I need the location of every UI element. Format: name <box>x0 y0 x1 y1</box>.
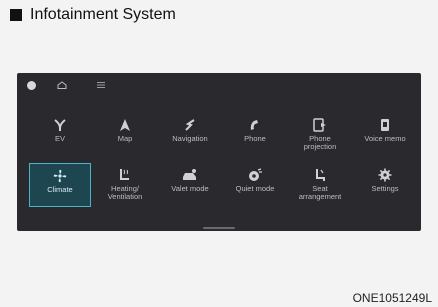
phone-icon <box>248 116 262 134</box>
section-title: Infotainment System <box>30 6 176 23</box>
section-heading: Infotainment System <box>10 6 176 24</box>
menu-icon[interactable] <box>97 82 105 88</box>
tile-ev[interactable]: EV <box>29 113 91 155</box>
tile-label: Climate <box>47 185 73 194</box>
seat-heating-icon <box>117 166 133 184</box>
tile-settings[interactable]: Settings <box>354 163 416 205</box>
tile-navigation[interactable]: Navigation <box>159 113 221 155</box>
quiet-mode-icon <box>247 166 263 184</box>
status-bar <box>17 73 421 95</box>
phone-projection-icon <box>312 116 328 134</box>
tile-label: Heating/ Ventilation <box>107 184 143 201</box>
tile-label: Phone projection <box>303 134 337 151</box>
tile-quiet-mode[interactable]: Quiet mode <box>224 163 286 205</box>
ev-plug-icon <box>52 116 68 134</box>
valet-mode-icon <box>181 166 199 184</box>
tile-phone-projection[interactable]: Phone projection <box>289 113 351 155</box>
tile-label: Quiet mode <box>235 184 275 193</box>
tile-phone[interactable]: Phone <box>224 113 286 155</box>
tile-label: Seat arrangement <box>298 184 342 201</box>
tile-label: Map <box>117 134 133 143</box>
tile-label: Valet mode <box>171 184 209 193</box>
tile-label: EV <box>54 134 65 143</box>
page-indicator <box>203 227 235 229</box>
tile-map[interactable]: Map <box>94 113 156 155</box>
navigation-icon <box>183 116 197 134</box>
tile-valet-mode[interactable]: Valet mode <box>159 163 221 205</box>
climate-fan-icon <box>52 167 68 185</box>
infotainment-screen: EV Map Navigation Phone Phone projection… <box>17 73 421 231</box>
tile-seat-arrangement[interactable]: Seat arrangement <box>289 163 351 205</box>
tile-voice-memo[interactable]: Voice memo <box>354 113 416 155</box>
tile-label: Voice memo <box>364 134 406 143</box>
tile-label: Phone <box>244 134 266 143</box>
tile-label: Settings <box>371 184 399 193</box>
map-arrow-icon <box>118 116 132 134</box>
bullet-square-icon <box>10 9 22 21</box>
seat-arrangement-icon <box>312 166 328 184</box>
figure-code: ONE1051249L <box>352 291 432 305</box>
voice-memo-icon <box>379 116 391 134</box>
tile-label: Navigation <box>172 134 208 143</box>
tile-heating-ventilation[interactable]: Heating/ Ventilation <box>94 163 156 205</box>
profile-icon[interactable] <box>27 81 36 90</box>
tile-climate[interactable]: Climate <box>29 163 91 207</box>
home-icon[interactable] <box>57 81 67 89</box>
settings-gear-icon <box>378 166 392 184</box>
